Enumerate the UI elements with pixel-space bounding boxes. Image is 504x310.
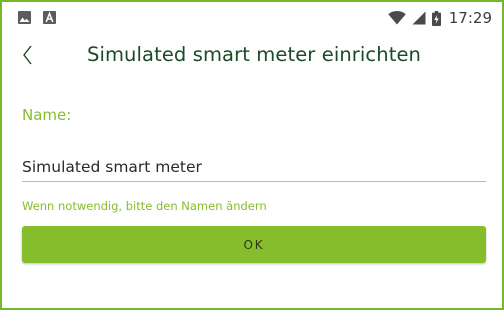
wifi-icon bbox=[388, 11, 406, 25]
ok-button[interactable]: OK bbox=[22, 226, 486, 263]
a-app-icon bbox=[43, 11, 56, 24]
status-time: 17:29 bbox=[448, 9, 492, 27]
name-input[interactable] bbox=[22, 152, 486, 182]
image-icon bbox=[18, 11, 31, 24]
status-icons: 17:29 bbox=[388, 4, 492, 32]
page-title: Simulated smart meter einrichten bbox=[86, 43, 422, 66]
app-frame: 17:29 Simulated smart meter einrichten N… bbox=[0, 0, 504, 310]
status-bar: 17:29 bbox=[4, 4, 504, 32]
name-label: Name: bbox=[22, 106, 72, 124]
name-hint: Wenn notwendig, bitte den Namen ändern bbox=[22, 199, 267, 213]
battery-charging-icon bbox=[431, 10, 441, 26]
cell-signal-icon bbox=[412, 11, 426, 25]
